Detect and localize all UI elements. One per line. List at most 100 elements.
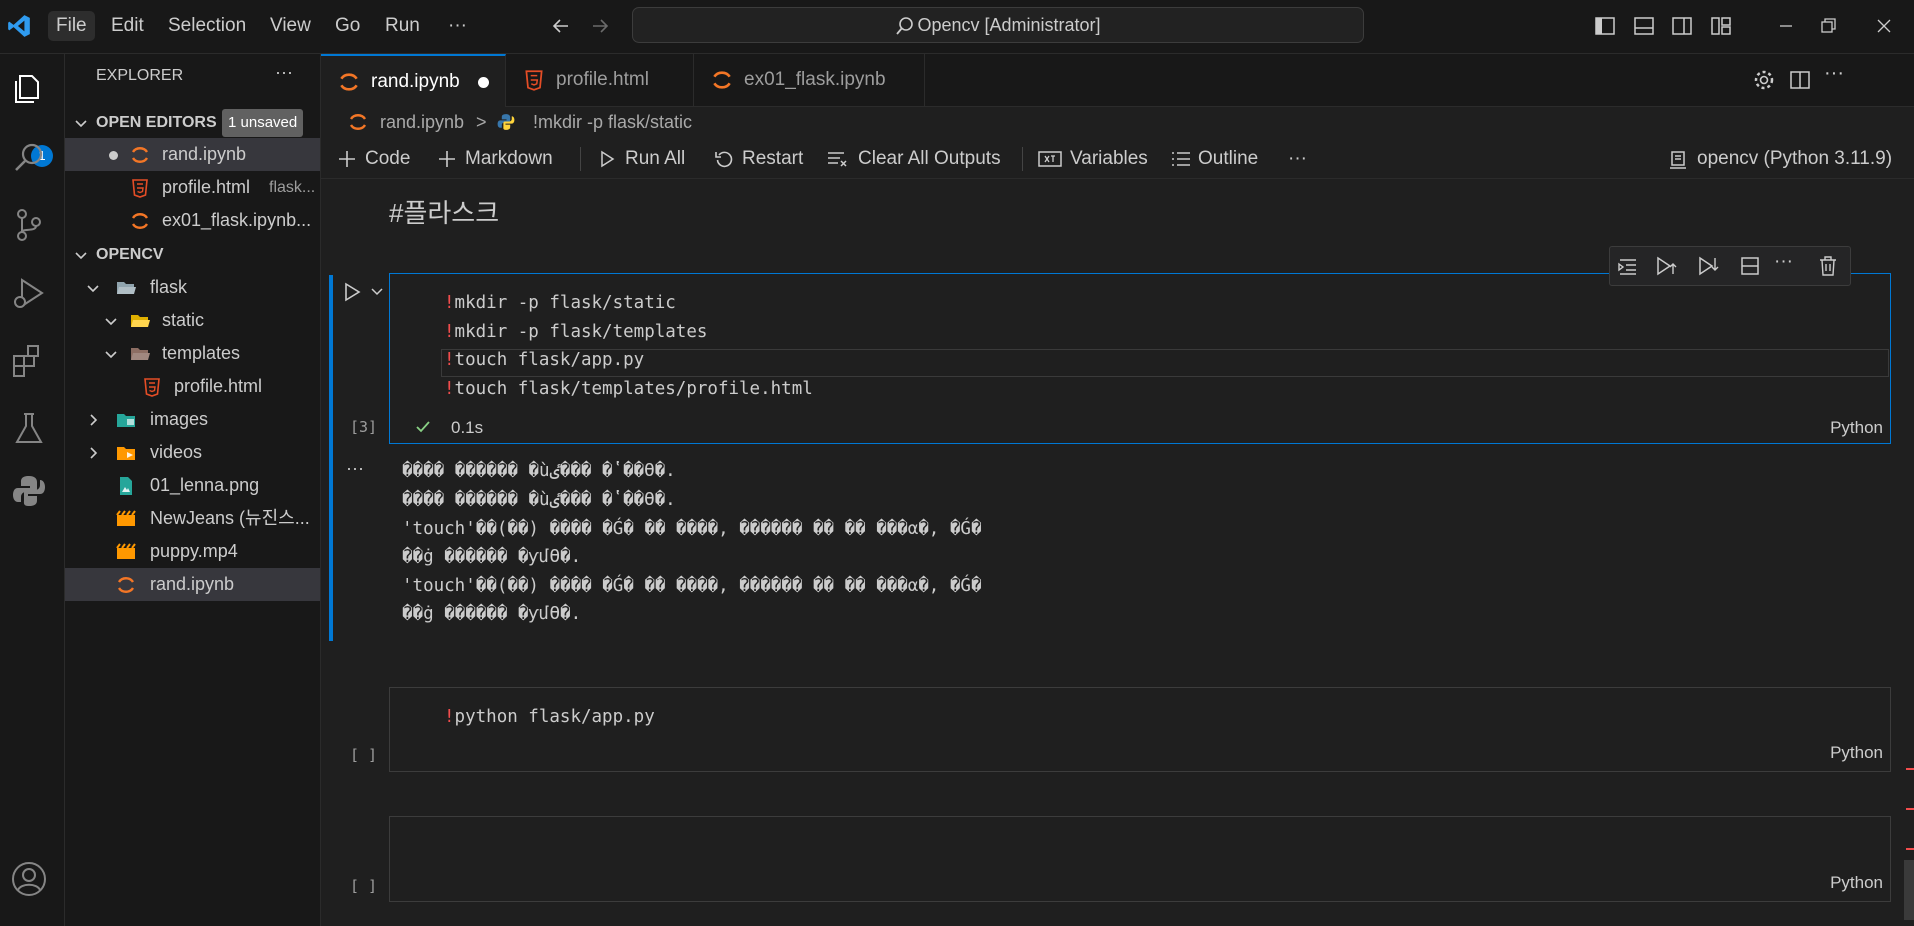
account-icon[interactable] [8, 858, 50, 900]
shell-bang: ! [444, 293, 455, 313]
run-above-icon[interactable] [1654, 254, 1678, 278]
menu-view[interactable]: View [262, 11, 319, 41]
explorer-icon[interactable] [8, 68, 50, 110]
add-code-cell-button[interactable]: Code [337, 144, 410, 174]
run-options-dropdown[interactable] [369, 283, 385, 299]
run-cell-button[interactable] [341, 281, 363, 303]
plus-icon [337, 149, 357, 169]
menu-run[interactable]: Run [377, 11, 428, 41]
code-line[interactable]: !mkdir -p flask/templates [444, 318, 707, 346]
tab-rand-ipynb[interactable]: rand.ipynb [321, 54, 506, 107]
video-file-icon [115, 508, 137, 530]
unsaved-dot-icon[interactable] [478, 77, 489, 88]
source-control-icon[interactable] [8, 204, 50, 246]
toggle-primary-sidebar-icon[interactable] [1594, 15, 1616, 37]
markdown-cell-text[interactable]: #플라스크 [389, 193, 499, 230]
clear-all-outputs-button[interactable]: Clear All Outputs [826, 144, 1001, 174]
tree-item-videos[interactable]: videos [65, 436, 320, 469]
sidebar-more-button[interactable]: ··· [275, 62, 293, 83]
tree-item-label: templates [162, 337, 240, 370]
tab-profile-html[interactable]: profile.html [506, 54, 694, 106]
toolbar-more-button[interactable]: ··· [1288, 144, 1307, 174]
chevron-down-icon [103, 346, 119, 362]
run-below-icon[interactable] [1696, 254, 1720, 278]
kernel-icon [1667, 149, 1689, 171]
add-markdown-cell-button[interactable]: Markdown [437, 144, 553, 174]
run-all-button[interactable]: Run All [597, 144, 685, 174]
customize-layout-icon[interactable] [1710, 15, 1732, 37]
output-line: ��ġ ������ �ƴմϴ�. [402, 543, 581, 572]
open-editor-label: ex01_flask.ipynb... [162, 204, 311, 237]
tree-item-lenna[interactable]: 01_lenna.png [65, 469, 320, 502]
forward-arrow-icon[interactable] [589, 15, 611, 37]
search-icon[interactable] [8, 136, 50, 178]
variables-button[interactable]: Variables [1038, 144, 1148, 174]
python-icon[interactable] [8, 470, 50, 512]
toggle-panel-icon[interactable] [1633, 15, 1655, 37]
cell-language[interactable]: Python [1830, 873, 1883, 893]
execute-above-icon[interactable] [1616, 254, 1640, 278]
breadcrumb-file[interactable]: rand.ipynb [380, 107, 464, 137]
command-center[interactable]: Opencv [Administrator] [632, 7, 1364, 43]
split-editor-icon[interactable] [1788, 68, 1812, 92]
menu-more[interactable]: ··· [440, 11, 475, 41]
menu-edit[interactable]: Edit [103, 11, 152, 41]
open-editor-item-profile[interactable]: profile.html flask... [65, 171, 320, 204]
code-line[interactable]: !mkdir -p flask/static [444, 289, 676, 317]
restore-icon[interactable] [1818, 16, 1838, 36]
tree-item-profile-html[interactable]: profile.html [65, 370, 320, 403]
tree-item-flask[interactable]: flask [65, 271, 320, 304]
restart-button[interactable]: Restart [714, 144, 803, 174]
testing-icon[interactable] [8, 408, 50, 450]
tree-item-newjeans[interactable]: NewJeans (뉴진스... [65, 502, 320, 535]
toggle-secondary-sidebar-icon[interactable] [1671, 15, 1693, 37]
folder-videos-icon [115, 442, 137, 464]
kernel-label: opencv (Python 3.11.9) [1697, 148, 1892, 169]
workspace-header[interactable]: OPENCV [65, 238, 320, 271]
menu-file[interactable]: File [48, 11, 95, 41]
menu-go[interactable]: Go [327, 11, 368, 41]
cell-toolbar: ··· [1609, 246, 1851, 286]
tab-ex01-flask[interactable]: ex01_flask.ipynb [694, 54, 925, 106]
run-debug-icon[interactable] [8, 272, 50, 314]
code-line[interactable]: !python flask/app.py [444, 703, 655, 731]
open-editor-item-ex01[interactable]: ex01_flask.ipynb... [65, 204, 320, 237]
tree-item-label: static [162, 304, 204, 337]
cell-more-button[interactable]: ··· [1774, 251, 1793, 273]
tree-item-puppy[interactable]: puppy.mp4 [65, 535, 320, 568]
outline-button[interactable]: Outline [1170, 144, 1258, 174]
workspace-label: OPENCV [96, 238, 164, 271]
editor-more-button[interactable]: ··· [1824, 62, 1844, 85]
code-cell-3[interactable]: Python [389, 816, 1891, 902]
cell-language[interactable]: Python [1830, 418, 1883, 438]
gear-icon[interactable] [1752, 68, 1776, 92]
tree-item-static[interactable]: static [65, 304, 320, 337]
output-line: 'touch'��(��) ���� �Ǵ� �ܺ� ����, ������ … [402, 572, 981, 601]
run-all-icon [597, 149, 617, 169]
back-arrow-icon[interactable] [550, 15, 572, 37]
split-cell-icon[interactable] [1738, 254, 1762, 278]
tree-item-label: videos [150, 436, 202, 469]
code-cell-2[interactable]: !python flask/app.py Python [389, 687, 1891, 772]
output-more-button[interactable]: ··· [346, 458, 364, 479]
tree-item-templates[interactable]: templates [65, 337, 320, 370]
breadcrumb-cell[interactable]: !mkdir -p flask/static [533, 107, 692, 137]
tree-item-rand[interactable]: rand.ipynb [65, 568, 320, 601]
image-file-icon [115, 475, 137, 497]
code-line[interactable]: !touch flask/templates/profile.html [444, 375, 813, 403]
execution-count: [ ] [350, 746, 377, 764]
tree-item-images[interactable]: images [65, 403, 320, 436]
kernel-picker[interactable]: opencv (Python 3.11.9) [1667, 144, 1892, 174]
menu-selection[interactable]: Selection [160, 11, 254, 41]
delete-icon[interactable] [1816, 254, 1840, 278]
scrollbar-thumb[interactable] [1904, 860, 1914, 920]
chevron-down-icon [103, 313, 119, 329]
cell-language[interactable]: Python [1830, 743, 1883, 763]
chevron-down-icon [73, 247, 89, 263]
notebook-toolbar: Code Markdown Run All Restart Clear All … [321, 140, 1914, 179]
minimize-icon[interactable] [1776, 16, 1796, 36]
extensions-icon[interactable] [8, 340, 50, 382]
close-icon[interactable] [1874, 16, 1894, 36]
tree-item-label: puppy.mp4 [150, 535, 238, 568]
open-editor-item-rand[interactable]: rand.ipynb [65, 138, 320, 171]
